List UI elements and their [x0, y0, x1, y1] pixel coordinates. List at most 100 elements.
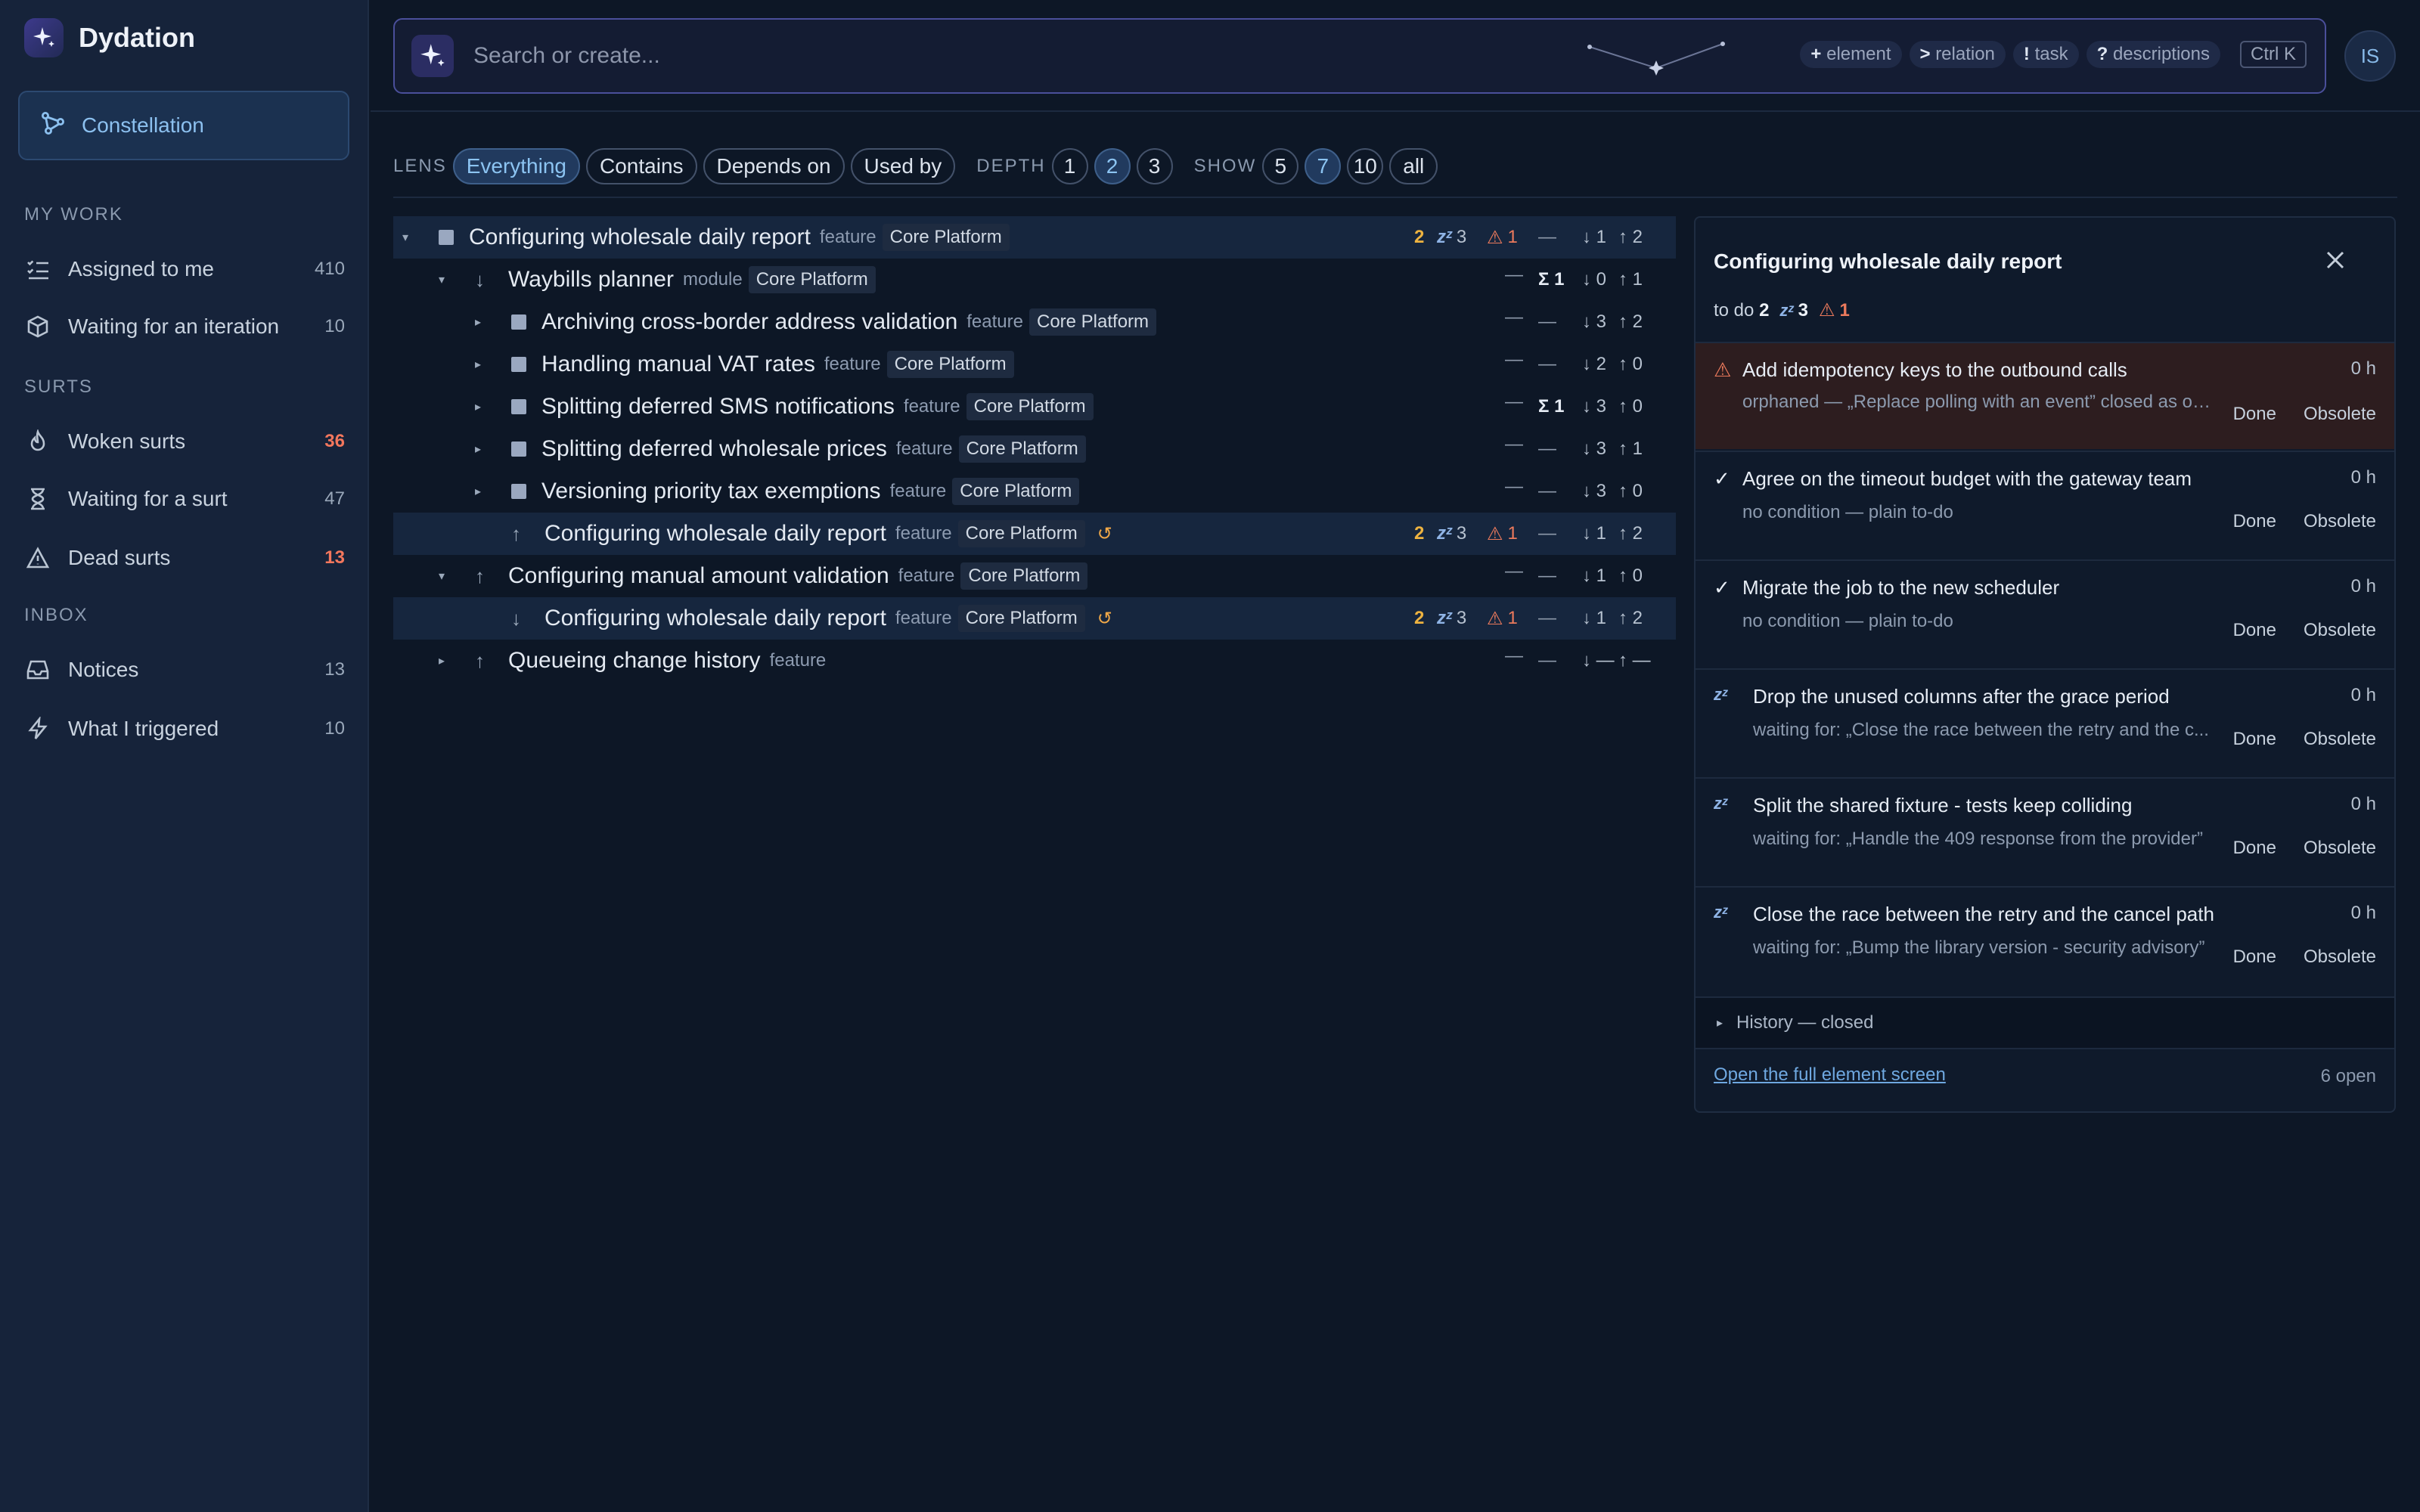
bolt-icon — [24, 715, 51, 742]
filter-show-10[interactable]: 10 — [1347, 148, 1384, 184]
obsolete-button[interactable]: Obsolete — [2304, 404, 2376, 425]
nav-constellation[interactable]: Constellation — [18, 91, 349, 160]
done-button[interactable]: Done — [2233, 511, 2276, 532]
filter-show-all[interactable]: all — [1389, 148, 1438, 184]
close-icon[interactable] — [2323, 248, 2347, 272]
filter-show-5[interactable]: 5 — [1262, 148, 1299, 184]
filter-depth-1[interactable]: 1 — [1051, 148, 1088, 184]
tree-row[interactable]: ▸ Handling manual VAT rates feature Core Pl… — [393, 343, 1676, 386]
sidebar-item-notices[interactable]: Notices 13 — [24, 647, 345, 692]
element-square-icon — [511, 399, 526, 414]
open-element-link[interactable]: Open the full element screen — [1714, 1064, 1946, 1086]
up-count: ↑ — — [1618, 650, 1651, 671]
tree-row-kind: feature — [966, 311, 1023, 332]
down-count: ↓ 3 — [1582, 481, 1607, 501]
user-avatar[interactable]: IS — [2344, 30, 2396, 82]
tree-row[interactable]: ▸ Splitting deferred wholesale prices feat… — [393, 428, 1676, 470]
caret-down-icon[interactable]: ▾ — [439, 272, 454, 287]
filter-lens-contains[interactable]: Contains — [586, 148, 697, 184]
sidebar-item-count: 13 — [324, 659, 345, 680]
sidebar-item-what-i-triggered[interactable]: What I triggered 10 — [24, 706, 345, 751]
mid-cell: — — [1538, 523, 1556, 544]
filter-lens-depends-on[interactable]: Depends on — [703, 148, 845, 184]
obsolete-button[interactable]: Obsolete — [2304, 838, 2376, 859]
obsolete-button[interactable]: Obsolete — [2304, 511, 2376, 532]
tree-row[interactable]: ▸ Archiving cross-border address validati… — [393, 301, 1676, 343]
hint-chip-relation[interactable]: > relation — [1909, 41, 2006, 68]
tree-row-kind: feature — [895, 523, 952, 544]
sidebar-item-waiting-for-a-surt[interactable]: Waiting for a surt 47 — [24, 476, 345, 522]
search-bar[interactable]: Search or create... + element > relation!… — [393, 18, 2326, 94]
done-button[interactable]: Done — [2233, 404, 2276, 425]
hint-chip-task[interactable]: ! task — [2012, 41, 2079, 68]
sleep-icon: zᶻ — [1437, 608, 1452, 628]
sidebar-item-assigned-to-me[interactable]: Assigned to me 410 — [24, 246, 345, 292]
down-count: ↓ 3 — [1582, 311, 1607, 332]
tree-row[interactable]: ▸ Splitting deferred SMS notifications fea… — [393, 386, 1676, 428]
down-count: ↓ 3 — [1582, 396, 1607, 417]
done-button[interactable]: Done — [2233, 729, 2276, 750]
task-item[interactable]: ✓ Agree on the timeout budget with the ga… — [1696, 451, 2394, 558]
tree-row[interactable]: ▾ ↑ Configuring manual amount validation fe… — [393, 555, 1676, 597]
caret-down-icon[interactable]: ▾ — [439, 569, 454, 584]
sidebar-item-label: Waiting for an iteration — [68, 314, 280, 338]
tree-row-kind: feature — [898, 565, 955, 586]
task-hours: 0 h — [2350, 794, 2376, 814]
tree-row-kind: feature — [903, 396, 960, 417]
sidebar-item-dead-surts[interactable]: Dead surts 13 — [24, 535, 345, 581]
done-button[interactable]: Done — [2233, 620, 2276, 641]
caret-down-icon[interactable]: ▾ — [402, 230, 417, 245]
task-item[interactable]: zᶻ Close the race between the retry and t… — [1696, 886, 2394, 993]
sleep-icon: zᶻ — [1714, 794, 1728, 813]
constellation-decor-icon — [1587, 42, 1725, 76]
task-item[interactable]: zᶻ Split the shared fixture - tests keep … — [1696, 777, 2394, 885]
task-hours: 0 h — [2350, 358, 2376, 379]
obsolete-button[interactable]: Obsolete — [2304, 620, 2376, 641]
filter-label-lens_label: LENS — [393, 156, 447, 176]
tree-row[interactable]: ▸ Versioning priority tax exemptions featu… — [393, 470, 1676, 513]
caret-right-icon[interactable]: ▸ — [439, 653, 454, 668]
history-toggle[interactable]: ▸ History — closed — [1696, 996, 2394, 1049]
brand[interactable]: Dydation — [24, 18, 195, 57]
hint-chip-element[interactable]: + element — [1800, 41, 1902, 68]
open-count: 6 open — [2320, 1066, 2376, 1086]
hint-chip-descriptions[interactable]: ? descriptions — [2086, 41, 2220, 68]
caret-right-icon[interactable]: ▸ — [475, 357, 490, 372]
section-title-2: INBOX — [24, 605, 88, 625]
tree-row[interactable]: ↑ Configuring wholesale daily report featu… — [393, 513, 1676, 555]
tree-row[interactable]: ▸ ↑ Queueing change history feature — — ↓ — ↑ — — [393, 640, 1676, 682]
caret-right-icon[interactable]: ▸ — [475, 314, 490, 330]
caret-right-icon[interactable]: ▸ — [475, 484, 490, 499]
caret-right-icon[interactable]: ▸ — [475, 399, 490, 414]
sidebar-item-waiting-for-an-iteration[interactable]: Waiting for an iteration 10 — [24, 304, 345, 349]
warn-count: 1 — [1507, 227, 1518, 247]
task-item[interactable]: zᶻ Drop the unused columns after the grac… — [1696, 668, 2394, 776]
tree-row[interactable]: ▾ ↓ Waybills planner module Core Platform — Σ … — [393, 259, 1676, 301]
done-button[interactable]: Done — [2233, 838, 2276, 859]
todo-count: 2 — [1759, 299, 1770, 321]
tree-row-title: Queueing change history — [508, 648, 761, 673]
filter-depth-2[interactable]: 2 — [1094, 148, 1131, 184]
hourglass-icon — [24, 485, 51, 513]
done-button[interactable]: Done — [2233, 947, 2276, 968]
obsolete-button[interactable]: Obsolete — [2304, 729, 2376, 750]
task-item[interactable]: ⚠ Add idempotency keys to the outbound ca… — [1696, 342, 2394, 449]
sidebar-item-label: Notices — [68, 658, 139, 681]
down-count: ↓ 1 — [1582, 608, 1607, 628]
caret-right-icon: ▸ — [1717, 1017, 1723, 1030]
sidebar-item-woken-surts[interactable]: Woken surts 36 — [24, 419, 345, 464]
caret-right-icon[interactable]: ▸ — [475, 442, 490, 457]
filter-lens-everything[interactable]: Everything — [452, 148, 580, 184]
filter-lens-used-by[interactable]: Used by — [850, 148, 956, 184]
sleep-count: 3 — [1456, 227, 1467, 247]
element-square-icon — [511, 484, 526, 499]
tree-row[interactable]: ↓ Configuring wholesale daily report featu… — [393, 597, 1676, 640]
task-item[interactable]: ✓ Migrate the job to the new scheduler no … — [1696, 559, 2394, 667]
task-subtitle: waiting for: „Bump the library version -… — [1753, 937, 2205, 958]
task-hours: 0 h — [2350, 467, 2376, 488]
filter-show-7[interactable]: 7 — [1305, 148, 1342, 184]
tree-row[interactable]: ▾ Configuring wholesale daily report featu… — [393, 216, 1676, 259]
filter-depth-3[interactable]: 3 — [1136, 148, 1173, 184]
search-input[interactable]: Search or create... — [473, 43, 660, 69]
obsolete-button[interactable]: Obsolete — [2304, 947, 2376, 968]
